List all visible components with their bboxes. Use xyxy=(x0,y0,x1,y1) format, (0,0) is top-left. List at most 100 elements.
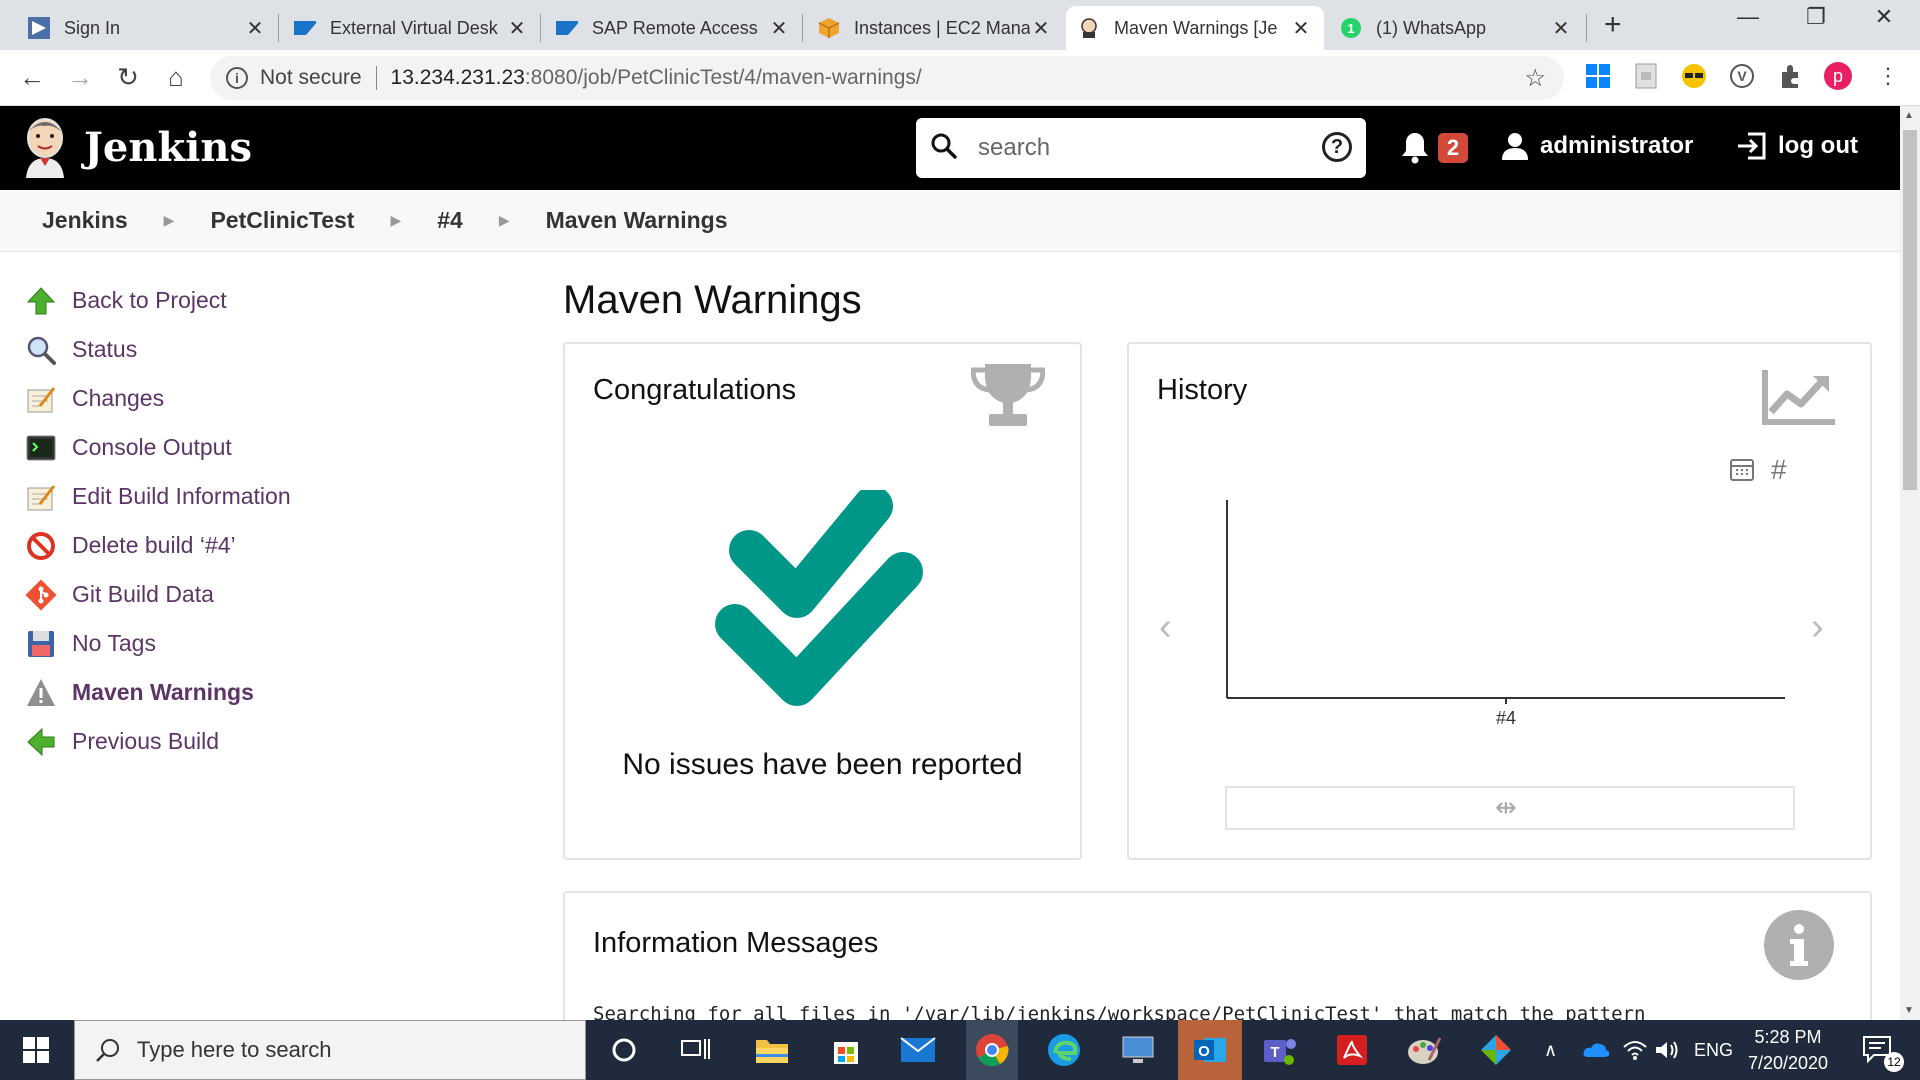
checkmark-icon xyxy=(713,486,927,711)
close-tab-icon[interactable]: ✕ xyxy=(1290,16,1312,41)
tab-title: Maven Warnings [Je xyxy=(1114,17,1278,38)
url-host: 13.234.231.23 xyxy=(390,66,525,89)
sidebar-item-edit-build-information[interactable]: Edit Build Information xyxy=(24,472,524,521)
forward-arrow-icon[interactable]: → xyxy=(64,62,96,93)
jenkins-header: Jenkins ? 2 administrator log out xyxy=(0,106,1900,190)
search-box: ? xyxy=(916,118,1366,178)
close-tab-icon[interactable]: ✕ xyxy=(244,16,266,41)
puzzle-extensions-icon[interactable] xyxy=(1776,62,1804,90)
notepad-icon xyxy=(24,480,58,514)
system-clock[interactable]: 5:28 PM 7/20/2020 xyxy=(1740,1024,1836,1076)
restore-window-icon[interactable]: ❐ xyxy=(1786,4,1846,30)
taskbar-search-box[interactable]: Type here to search xyxy=(74,1020,586,1080)
remote-desktop-icon[interactable] xyxy=(1118,1030,1158,1070)
chevron-left-icon[interactable]: ‹ xyxy=(1159,606,1172,649)
sidebar-item-back-to-project[interactable]: Back to Project xyxy=(24,276,524,325)
tab-sign-in[interactable]: Sign In ✕ xyxy=(16,6,278,50)
tab-instances-ec2[interactable]: Instances | EC2 Mana ✕ xyxy=(806,6,1064,50)
acrobat-icon[interactable] xyxy=(1332,1030,1372,1070)
windows-taskbar: Type here to search O T ∧ ENG 5:28 PM 7/… xyxy=(0,1020,1920,1080)
jenkins-brand[interactable]: Jenkins xyxy=(84,124,252,171)
sidebar-item-status[interactable]: Status xyxy=(24,325,524,374)
bell-icon[interactable] xyxy=(1400,130,1430,169)
new-tab-icon[interactable]: + xyxy=(1604,8,1622,42)
sidebar-item-maven-warnings[interactable]: Maven Warnings xyxy=(24,668,524,717)
breadcrumb-project[interactable]: PetClinicTest xyxy=(210,207,354,234)
action-center-icon[interactable]: 12 xyxy=(1858,1030,1904,1072)
tab-sap-remote-access[interactable]: SAP Remote Access ✕ xyxy=(544,6,802,50)
input-language[interactable]: ENG xyxy=(1694,1020,1733,1080)
windows-start-icon[interactable] xyxy=(16,1030,56,1070)
tab-maven-warnings[interactable]: Maven Warnings [Je ✕ xyxy=(1066,6,1324,50)
tab-separator xyxy=(802,14,803,42)
microsoft-store-icon[interactable] xyxy=(826,1030,866,1070)
close-tab-icon[interactable]: ✕ xyxy=(768,16,790,41)
volume-icon[interactable] xyxy=(1654,1020,1680,1080)
address-bar[interactable]: i Not secure 13.234.231.23:8080/job/PetC… xyxy=(210,56,1564,100)
close-tab-icon[interactable]: ✕ xyxy=(1030,16,1052,41)
page-scrollbar[interactable]: ▲ ▼ xyxy=(1900,106,1920,1020)
sidebar-item-label: Status xyxy=(72,336,138,362)
tab-external-virtual-desk[interactable]: External Virtual Desk ✕ xyxy=(282,6,540,50)
jenkins-butler-logo-icon[interactable] xyxy=(22,118,68,178)
sidebar-item-previous-build[interactable]: Previous Build xyxy=(24,717,524,766)
scrollbar-thumb[interactable] xyxy=(1903,130,1917,490)
document-extension-icon[interactable] xyxy=(1632,62,1660,90)
glasses-extension-icon[interactable] xyxy=(1680,62,1708,90)
show-hidden-icons-icon[interactable]: ∧ xyxy=(1544,1020,1557,1080)
info-icon[interactable]: i xyxy=(226,67,248,89)
sidebar-item-console-output[interactable]: Console Output xyxy=(24,423,524,472)
chevron-right-icon[interactable]: ▶ xyxy=(164,212,175,229)
mail-icon[interactable] xyxy=(898,1030,938,1070)
tab-separator xyxy=(1586,14,1587,42)
sidebar-item-git-build-data[interactable]: Git Build Data xyxy=(24,570,524,619)
close-window-icon[interactable]: ✕ xyxy=(1854,4,1914,30)
chevron-right-icon[interactable]: ▶ xyxy=(390,212,401,229)
chevron-right-icon[interactable]: › xyxy=(1811,606,1824,649)
breadcrumb-build[interactable]: #4 xyxy=(437,207,463,234)
user-menu[interactable]: administrator xyxy=(1502,132,1693,160)
edge-icon[interactable] xyxy=(1044,1030,1084,1070)
paint-icon[interactable] xyxy=(1404,1030,1444,1070)
close-tab-icon[interactable]: ✕ xyxy=(1550,16,1572,41)
logout-link[interactable]: log out xyxy=(1736,132,1858,160)
close-tab-icon[interactable]: ✕ xyxy=(506,16,528,41)
chrome-taskbar-icon[interactable] xyxy=(966,1020,1018,1080)
file-explorer-icon[interactable] xyxy=(752,1030,792,1070)
home-icon[interactable]: ⌂ xyxy=(160,62,192,93)
tab-whatsapp[interactable]: 1 (1) WhatsApp ✕ xyxy=(1328,6,1584,50)
cortana-icon[interactable] xyxy=(604,1030,644,1070)
help-icon[interactable]: ? xyxy=(1322,132,1352,162)
snipping-tool-icon[interactable] xyxy=(1476,1030,1516,1070)
notification-count-badge[interactable]: 2 xyxy=(1438,133,1468,163)
chart-range-slider[interactable]: ⇹ xyxy=(1225,786,1795,830)
v-extension-icon[interactable]: V xyxy=(1728,62,1756,90)
wifi-icon[interactable] xyxy=(1622,1020,1648,1080)
history-chart: #4 xyxy=(1226,500,1785,728)
search-input[interactable] xyxy=(978,134,1308,162)
profile-avatar[interactable]: p xyxy=(1824,62,1852,90)
task-view-icon[interactable] xyxy=(676,1030,716,1070)
sidebar-item-no-tags[interactable]: No Tags xyxy=(24,619,524,668)
chrome-menu-icon[interactable]: ⋮ xyxy=(1874,62,1902,90)
bookmark-star-icon[interactable]: ☆ xyxy=(1524,64,1546,93)
drag-handle-icon[interactable]: ⇹ xyxy=(1495,792,1517,823)
sidebar-item-delete-build[interactable]: Delete build ‘#4’ xyxy=(24,521,524,570)
back-arrow-icon[interactable]: ← xyxy=(16,62,48,93)
minimize-window-icon[interactable]: — xyxy=(1718,4,1778,30)
tab-separator xyxy=(278,14,279,42)
calendar-icon[interactable] xyxy=(1729,456,1755,487)
teams-icon[interactable]: T xyxy=(1260,1030,1300,1070)
outlook-icon[interactable]: O xyxy=(1178,1020,1242,1080)
reload-icon[interactable]: ↻ xyxy=(112,62,144,93)
windows-extension-icon[interactable] xyxy=(1584,62,1612,90)
breadcrumb-jenkins[interactable]: Jenkins xyxy=(42,207,128,234)
scroll-up-icon[interactable]: ▲ xyxy=(1904,110,1914,121)
hash-icon[interactable]: # xyxy=(1771,454,1787,486)
breadcrumb-current-page[interactable]: Maven Warnings xyxy=(546,207,728,234)
sidebar-item-changes[interactable]: Changes xyxy=(24,374,524,423)
url-path: :8080/job/PetClinicTest/4/maven-warnings… xyxy=(524,66,922,89)
onedrive-icon[interactable] xyxy=(1582,1020,1610,1080)
chevron-right-icon[interactable]: ▶ xyxy=(499,212,510,229)
scroll-down-icon[interactable]: ▼ xyxy=(1904,1005,1914,1016)
